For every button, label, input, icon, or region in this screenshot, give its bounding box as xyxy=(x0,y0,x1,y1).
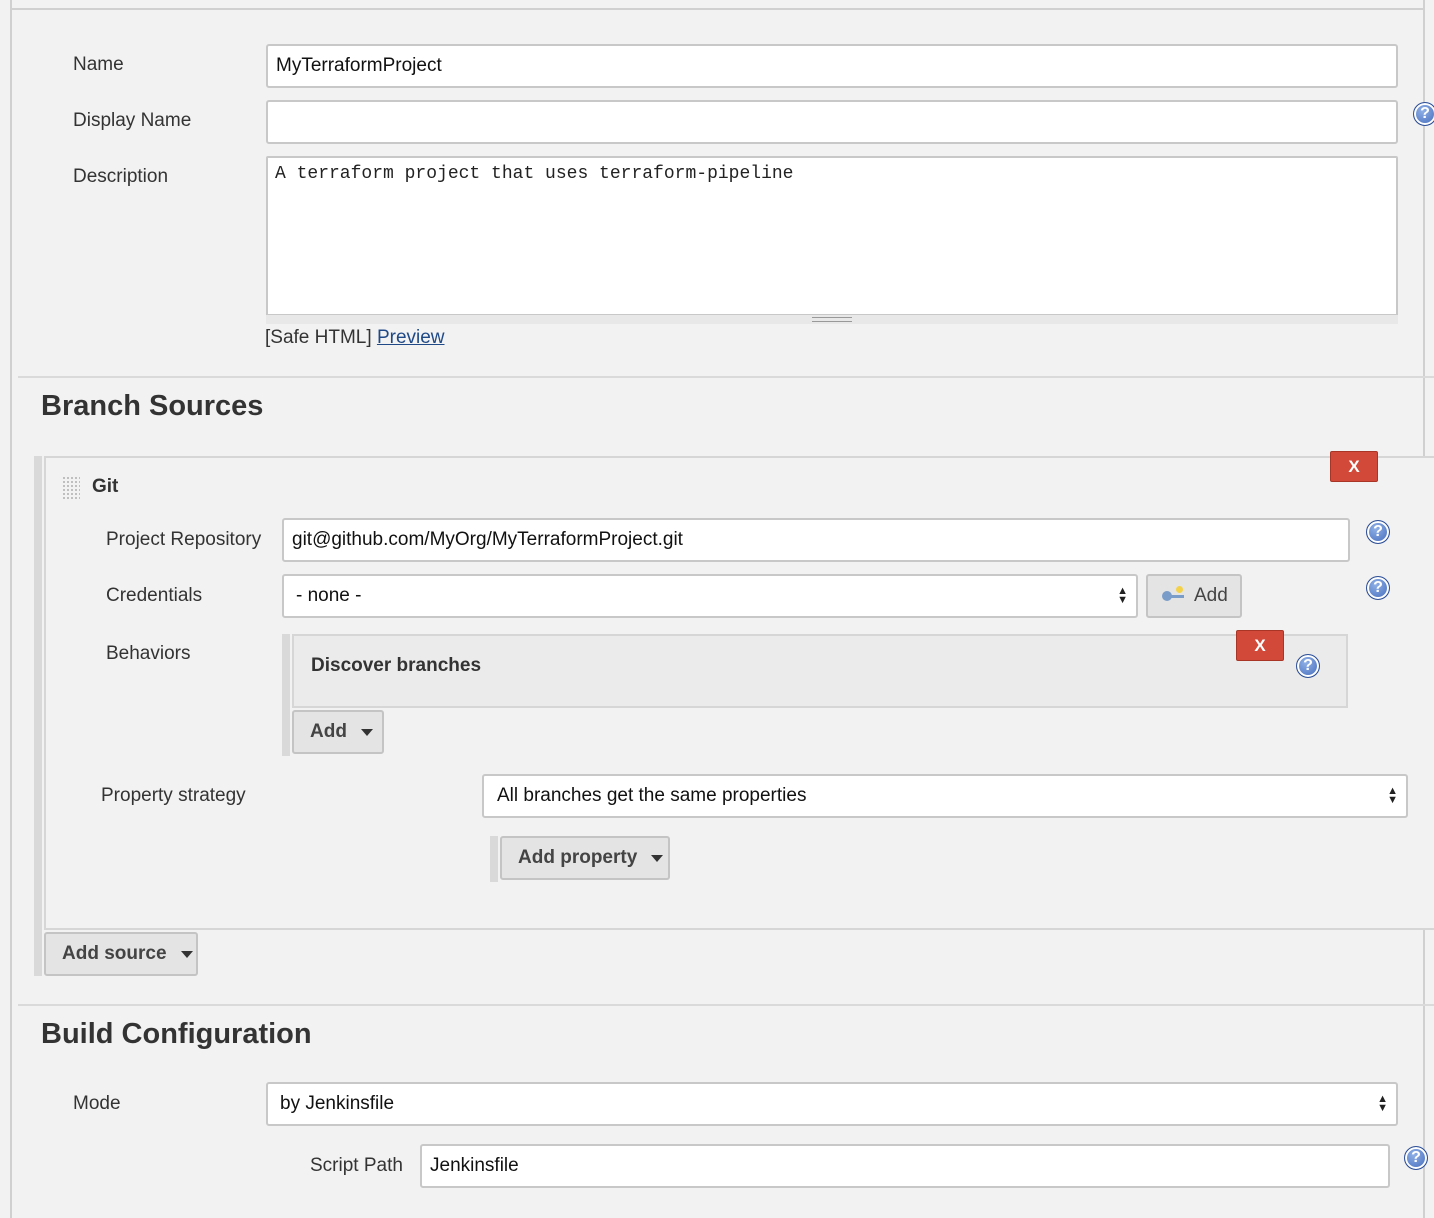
behaviors-add-button[interactable]: Add xyxy=(292,710,384,754)
drag-handle-icon[interactable] xyxy=(62,476,80,500)
branch-sources-title: Branch Sources xyxy=(41,390,264,422)
build-configuration-title: Build Configuration xyxy=(41,1018,312,1050)
add-source-button[interactable]: Add source xyxy=(44,932,198,976)
name-input[interactable]: MyTerraformProject xyxy=(266,44,1398,88)
mode-label: Mode xyxy=(73,1093,121,1114)
discover-branches-help-icon[interactable]: ? xyxy=(1296,654,1320,678)
resize-grip-icon xyxy=(812,317,852,322)
description-resize-handle[interactable] xyxy=(266,314,1398,324)
credentials-add-button[interactable]: Add xyxy=(1146,574,1242,618)
safe-html-text: [Safe HTML] xyxy=(265,327,372,348)
script-path-input[interactable]: Jenkinsfile xyxy=(420,1144,1390,1188)
add-property-left-bar xyxy=(490,836,498,882)
mode-value: by Jenkinsfile xyxy=(280,1093,395,1114)
add-source-label: Add source xyxy=(62,943,167,964)
safe-html-note: [Safe HTML] Preview xyxy=(265,327,445,349)
description-label: Description xyxy=(73,166,169,187)
section-divider xyxy=(18,1004,1434,1006)
discover-branches-delete-button[interactable]: X xyxy=(1236,630,1284,661)
display-name-help-icon[interactable]: ? xyxy=(1413,102,1434,126)
up-down-arrows-icon: ▲ ▼ xyxy=(1377,1093,1388,1114)
discover-branches-title: Discover branches xyxy=(311,655,482,676)
property-strategy-select[interactable]: All branches get the same properties ▲ ▼ xyxy=(482,774,1408,818)
credentials-select[interactable]: - none - ▲ ▼ xyxy=(282,574,1138,618)
property-strategy-value: All branches get the same properties xyxy=(497,785,807,806)
caret-down-icon xyxy=(360,728,373,736)
credentials-help-icon[interactable]: ? xyxy=(1366,576,1390,600)
project-repository-help-icon[interactable]: ? xyxy=(1366,520,1390,544)
description-textarea[interactable]: A terraform project that uses terraform-… xyxy=(266,156,1398,316)
behaviors-add-label: Add xyxy=(310,721,347,742)
mode-select[interactable]: by Jenkinsfile ▲ ▼ xyxy=(266,1082,1398,1126)
caret-down-icon xyxy=(651,854,664,862)
key-icon xyxy=(1162,586,1184,602)
frame-top-border xyxy=(10,8,1425,10)
branch-source-left-bar xyxy=(34,456,42,976)
project-repository-input[interactable]: git@github.com/MyOrg/MyTerraformProject.… xyxy=(282,518,1350,562)
script-path-label: Script Path xyxy=(310,1155,403,1176)
project-repository-label: Project Repository xyxy=(106,529,262,550)
add-property-label: Add property xyxy=(518,847,638,868)
frame-left-border xyxy=(10,0,12,1218)
git-title: Git xyxy=(92,476,119,497)
behaviors-label: Behaviors xyxy=(106,643,191,664)
credentials-add-label: Add xyxy=(1194,585,1228,606)
git-delete-button[interactable]: X xyxy=(1330,451,1378,482)
display-name-input[interactable] xyxy=(266,100,1398,144)
preview-link[interactable]: Preview xyxy=(377,327,445,348)
script-path-help-icon[interactable]: ? xyxy=(1404,1146,1428,1170)
name-label: Name xyxy=(73,54,124,75)
up-down-arrows-icon: ▲ ▼ xyxy=(1117,585,1128,606)
behaviors-left-bar xyxy=(282,634,290,756)
section-divider xyxy=(18,376,1434,378)
display-name-label: Display Name xyxy=(73,110,192,131)
credentials-select-value: - none - xyxy=(296,585,362,606)
add-property-button[interactable]: Add property xyxy=(500,836,670,880)
credentials-label: Credentials xyxy=(106,585,203,606)
property-strategy-label: Property strategy xyxy=(101,785,246,806)
caret-down-icon xyxy=(180,950,193,958)
up-down-arrows-icon: ▲ ▼ xyxy=(1387,785,1398,806)
